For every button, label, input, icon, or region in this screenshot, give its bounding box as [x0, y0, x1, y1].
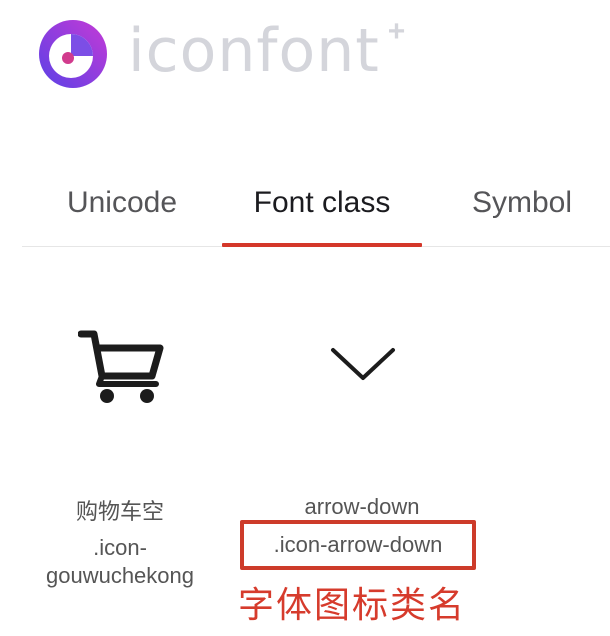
icon-class-name: .icon- gouwuchekong — [30, 534, 210, 590]
chevron-down-icon — [331, 348, 395, 380]
brand-plus: + — [387, 15, 406, 48]
tab-unicode[interactable]: Unicode — [52, 172, 192, 246]
annotation-label: 字体图标类名 — [238, 585, 467, 626]
brand: iconfont + — [38, 15, 405, 90]
iconfont-logo-icon — [39, 20, 107, 88]
shopping-cart-icon — [78, 330, 164, 403]
icon-class-name: .icon-arrow-down — [273, 532, 443, 557]
icon-class-name-line: .icon- — [93, 535, 147, 560]
tab-font-class[interactable]: Font class — [222, 172, 422, 246]
icon-name: 购物车空 — [75, 499, 164, 524]
tab-bar: Unicode Font class Symbol — [22, 172, 610, 247]
tab-symbol[interactable]: Symbol — [462, 172, 582, 246]
brand-name: iconfont — [128, 16, 380, 86]
active-tab-indicator — [222, 243, 422, 247]
icon-name: arrow-down — [304, 494, 420, 519]
class-name-highlight-box: .icon-arrow-down — [240, 520, 476, 570]
icon-class-name-line: gouwuchekong — [45, 563, 194, 588]
